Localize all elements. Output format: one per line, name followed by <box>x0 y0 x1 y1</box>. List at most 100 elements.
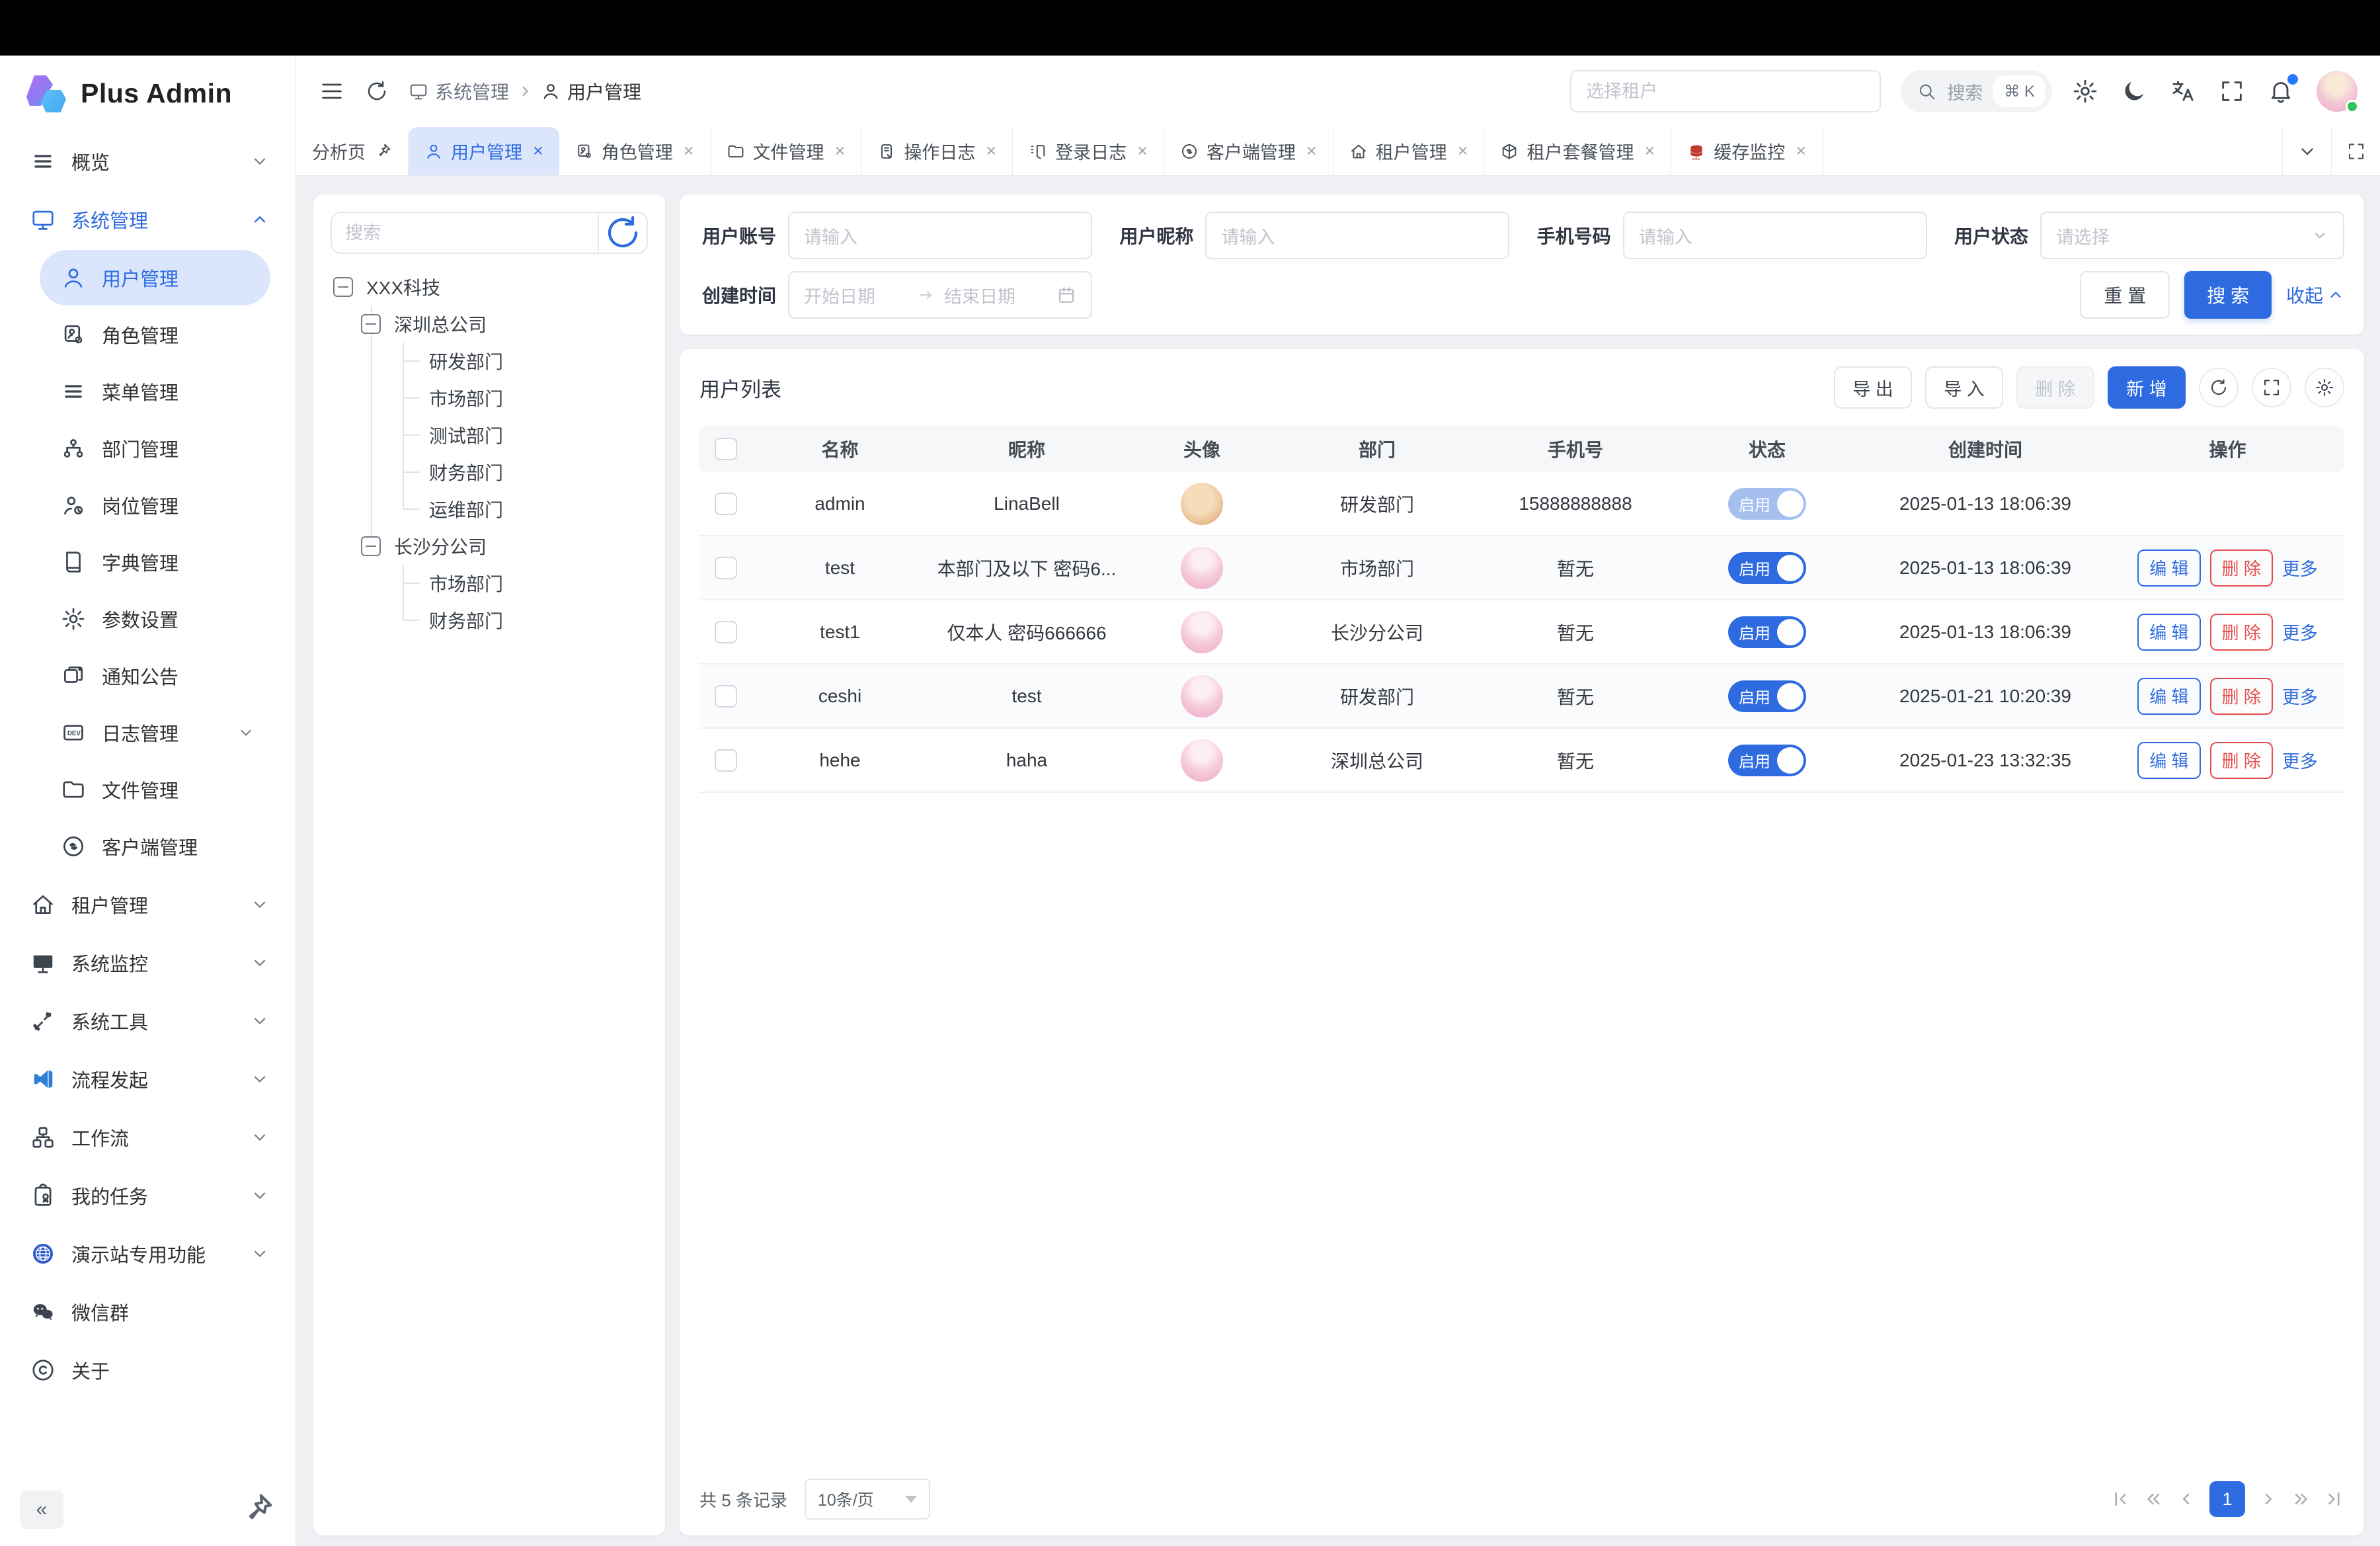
global-search[interactable]: 搜索 ⌘ K <box>1901 70 2052 112</box>
breadcrumb-item[interactable]: 系统管理 <box>409 78 509 104</box>
sidebar-subitem-dict[interactable]: 字典管理 <box>40 534 270 590</box>
row-checkbox[interactable] <box>715 493 737 515</box>
tabs-maximize-button[interactable] <box>2331 127 2380 175</box>
sidebar-subitem-role[interactable]: 角色管理 <box>40 307 270 362</box>
row-checkbox[interactable] <box>715 749 737 772</box>
sidebar-subitem-notice[interactable]: 通知公告 <box>40 648 270 704</box>
hamburger-icon[interactable] <box>319 78 345 104</box>
sidebar-subitem-log[interactable]: DEV日志管理 <box>40 705 270 760</box>
search-button[interactable]: 搜 索 <box>2184 271 2272 319</box>
sidebar-subitem-param[interactable]: 参数设置 <box>40 591 270 647</box>
page-fast-prev-icon[interactable] <box>2143 1489 2163 1509</box>
tab-close-icon[interactable]: × <box>986 141 996 161</box>
tab-close-icon[interactable]: × <box>684 141 694 161</box>
dark-mode-moon-icon[interactable] <box>2121 78 2147 104</box>
tree-node[interactable]: 测试部门 <box>331 417 648 454</box>
edit-button[interactable]: 编 辑 <box>2137 742 2200 779</box>
sidebar-pin-button[interactable] <box>237 1490 276 1529</box>
row-checkbox[interactable] <box>715 557 737 579</box>
delete-row-button[interactable]: 删 除 <box>2210 742 2273 779</box>
more-button[interactable]: 更多 <box>2282 555 2318 581</box>
tab-login-log[interactable]: 登录日志× <box>1013 127 1164 175</box>
sidebar-item-demo[interactable]: 演示站专用功能 <box>0 1225 296 1283</box>
breadcrumb-item[interactable]: 用户管理 <box>541 78 641 104</box>
page-next-icon[interactable] <box>2258 1489 2278 1509</box>
translate-icon[interactable] <box>2170 78 2196 104</box>
delete-row-button[interactable]: 删 除 <box>2210 678 2273 715</box>
sidebar-item-tenant[interactable]: 租户管理 <box>0 875 296 934</box>
tree-node[interactable]: 长沙分公司 <box>331 528 648 565</box>
created-input[interactable]: 开始日期结束日期 <box>788 271 1092 319</box>
tree-search-input[interactable] <box>332 223 598 243</box>
delete-row-button[interactable]: 删 除 <box>2210 549 2273 587</box>
tab-operation-log[interactable]: 操作日志× <box>861 127 1013 175</box>
tab-user[interactable]: 用户管理× <box>409 127 559 175</box>
tab-close-icon[interactable]: × <box>1796 141 1806 161</box>
user-avatar[interactable] <box>2317 71 2358 112</box>
sidebar-item-flow[interactable]: 流程发起 <box>0 1050 296 1108</box>
tab-close-icon[interactable]: × <box>1644 141 1655 161</box>
tab-tenant[interactable]: 租户管理× <box>1333 127 1485 175</box>
delete-button[interactable]: 删 除 <box>2016 366 2094 409</box>
edit-button[interactable]: 编 辑 <box>2137 549 2200 587</box>
table-refresh-button[interactable] <box>2199 368 2239 407</box>
sidebar-subitem-user[interactable]: 用户管理 <box>40 250 270 305</box>
sidebar-subitem-client[interactable]: 客户端管理 <box>40 819 270 874</box>
tab-tenant-package[interactable]: 租户套餐管理× <box>1484 127 1671 175</box>
tab-analysis[interactable]: 分析页 <box>296 127 409 175</box>
tab-close-icon[interactable]: × <box>835 141 846 161</box>
tabs-dropdown-button[interactable] <box>2282 127 2331 175</box>
import-button[interactable]: 导 入 <box>1925 366 2003 409</box>
tab-client[interactable]: 客户端管理× <box>1164 127 1333 175</box>
tree-node[interactable]: 深圳总公司 <box>331 305 648 343</box>
account-input[interactable]: 请输入 <box>788 212 1092 259</box>
tree-collapse-icon[interactable] <box>361 536 381 556</box>
edit-button[interactable]: 编 辑 <box>2137 678 2200 715</box>
sidebar-subitem-file[interactable]: 文件管理 <box>40 762 270 817</box>
more-button[interactable]: 更多 <box>2282 683 2318 709</box>
notifications-bell-icon[interactable] <box>2268 78 2294 104</box>
more-button[interactable]: 更多 <box>2282 747 2318 773</box>
page-first-icon[interactable] <box>2110 1489 2130 1509</box>
status-toggle[interactable]: 启用 <box>1728 745 1806 776</box>
sidebar-item-mytask[interactable]: 我的任务 <box>0 1166 296 1225</box>
collapse-filters-link[interactable]: 收起 <box>2286 282 2344 308</box>
sidebar-subitem-dept[interactable]: 部门管理 <box>40 421 270 476</box>
tree-node[interactable]: 财务部门 <box>331 602 648 639</box>
tree-node[interactable]: 市场部门 <box>331 380 648 417</box>
sidebar-item-workflow[interactable]: 工作流 <box>0 1108 296 1166</box>
more-button[interactable]: 更多 <box>2282 619 2318 645</box>
tree-node[interactable]: 市场部门 <box>331 565 648 602</box>
tree-refresh-button[interactable] <box>598 213 647 253</box>
row-checkbox[interactable] <box>715 621 737 643</box>
reset-button[interactable]: 重 置 <box>2080 271 2170 319</box>
page-size-select[interactable]: 10条/页 <box>805 1479 930 1520</box>
sidebar-item-about[interactable]: 关于 <box>0 1341 296 1399</box>
current-page[interactable]: 1 <box>2209 1481 2245 1517</box>
tab-cache[interactable]: redis缓存监控× <box>1671 127 1823 175</box>
tab-close-icon[interactable]: × <box>533 141 543 161</box>
add-button[interactable]: 新 增 <box>2108 366 2186 409</box>
tree-node[interactable]: 运维部门 <box>331 491 648 528</box>
tab-close-icon[interactable]: × <box>1137 141 1148 161</box>
status-input[interactable]: 请选择 <box>2040 212 2344 259</box>
sidebar-item-wechat[interactable]: 微信群 <box>0 1283 296 1341</box>
tenant-select-input[interactable] <box>1570 70 1881 112</box>
nickname-input[interactable]: 请输入 <box>1205 212 1509 259</box>
tab-role[interactable]: 角色管理× <box>559 127 711 175</box>
sidebar-subitem-menu[interactable]: 菜单管理 <box>40 364 270 419</box>
sidebar-item-system[interactable]: 系统管理 <box>0 190 296 249</box>
status-toggle[interactable]: 启用 <box>1728 616 1806 648</box>
table-fullscreen-button[interactable] <box>2252 368 2291 407</box>
sidebar-collapse-button[interactable]: « <box>20 1490 63 1529</box>
tree-node[interactable]: 研发部门 <box>331 343 648 380</box>
select-all-checkbox[interactable] <box>715 438 737 460</box>
sidebar-item-overview[interactable]: 概览 <box>0 132 296 190</box>
tab-file[interactable]: 文件管理× <box>711 127 862 175</box>
edit-button[interactable]: 编 辑 <box>2137 614 2200 651</box>
status-toggle[interactable]: 启用 <box>1728 552 1806 584</box>
sidebar-item-tool[interactable]: 系统工具 <box>0 992 296 1050</box>
sidebar-item-monitor[interactable]: 系统监控 <box>0 934 296 992</box>
status-toggle[interactable]: 启用 <box>1728 680 1806 712</box>
refresh-icon[interactable] <box>365 79 389 103</box>
